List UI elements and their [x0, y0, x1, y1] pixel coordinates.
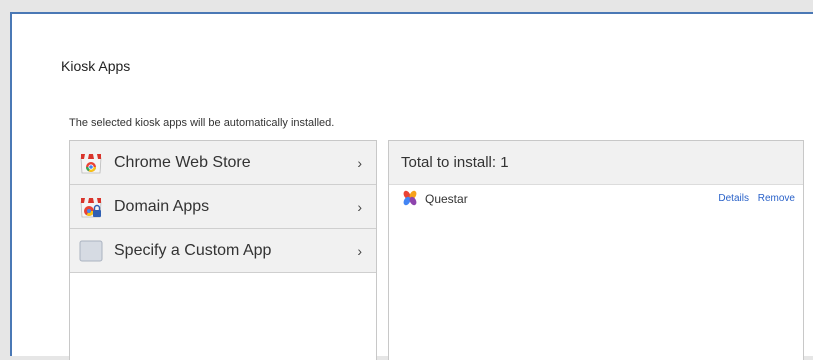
kiosk-apps-dialog: Kiosk Apps The selected kiosk apps will …: [10, 12, 813, 360]
app-name: Questar: [425, 192, 468, 206]
chevron-right-icon: ›: [357, 198, 362, 215]
source-item-custom-app[interactable]: Specify a Custom App ›: [70, 229, 376, 273]
source-item-domain-apps[interactable]: Domain Apps ›: [70, 185, 376, 229]
questar-icon: [401, 189, 419, 210]
install-list-item: Questar Details Remove: [389, 185, 803, 213]
app-actions: Details Remove: [712, 193, 795, 204]
details-link[interactable]: Details: [718, 193, 749, 204]
source-item-label: Chrome Web Store: [114, 153, 251, 171]
description-text: The selected kiosk apps will be automati…: [69, 117, 335, 129]
source-item-label: Domain Apps: [114, 197, 210, 215]
chevron-right-icon: ›: [357, 154, 362, 171]
source-item-label: Specify a Custom App: [114, 241, 272, 259]
chevron-right-icon: ›: [357, 242, 362, 259]
chrome-web-store-icon: [78, 150, 104, 176]
source-item-chrome-web-store[interactable]: Chrome Web Store ›: [70, 141, 376, 185]
custom-app-icon: [78, 238, 104, 264]
app-source-list: Chrome Web Store › Domain Apps › Specify…: [69, 140, 377, 360]
remove-link[interactable]: Remove: [758, 193, 795, 204]
install-count-header: Total to install: 1: [389, 141, 803, 185]
page-title: Kiosk Apps: [61, 58, 131, 74]
install-list-panel: Total to install: 1 Questar Details Remo…: [388, 140, 804, 360]
domain-apps-icon: [78, 194, 104, 220]
